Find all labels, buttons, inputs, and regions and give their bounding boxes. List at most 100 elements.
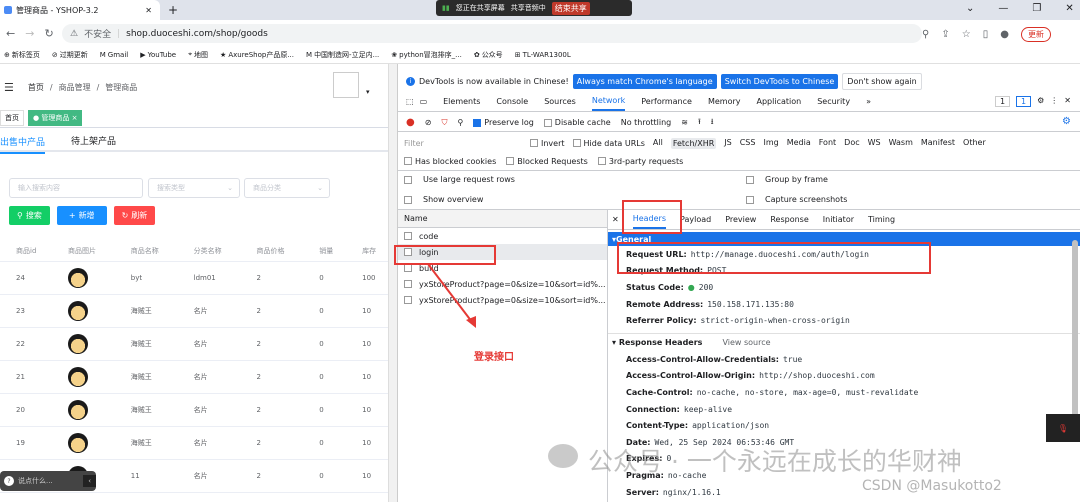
request-row[interactable]: code (398, 228, 607, 244)
bookmark-item[interactable]: ⌖ 地图 (188, 50, 208, 60)
bookmark-item[interactable]: ❀ python冒泡排序_... (391, 50, 462, 60)
throttling-select[interactable]: No throttling (621, 118, 672, 127)
bookmark-item[interactable]: ⊘ 过期更新 (52, 50, 88, 60)
cast-icon[interactable]: ⚲ (922, 29, 929, 40)
close-devtools-icon[interactable]: ✕ (1064, 96, 1071, 107)
add-button[interactable]: + 新增 (56, 206, 107, 225)
wifi-icon[interactable]: ≋ (681, 118, 688, 127)
third-party-checkbox[interactable]: 3rd-party requests (597, 157, 683, 166)
update-button[interactable]: 更新 (1020, 27, 1051, 42)
preserve-log-checkbox[interactable]: Preserve log (473, 118, 534, 127)
user-avatar[interactable] (333, 72, 359, 98)
detail-tab[interactable]: Payload (680, 215, 711, 224)
record-icon[interactable]: ● (406, 117, 415, 128)
more-tabs-icon[interactable]: » (866, 97, 871, 106)
crumb-home[interactable]: 首页 (28, 82, 44, 93)
capture-checkbox[interactable]: Capture screenshots (746, 195, 847, 204)
tab-on-sale[interactable]: 出售中产品 (0, 131, 46, 154)
devtools-tab[interactable]: Sources (544, 97, 576, 106)
device-icon[interactable]: ▭ (420, 97, 428, 106)
devtools-tab[interactable]: Console (496, 97, 528, 106)
reload-icon[interactable]: ↻ (44, 27, 53, 40)
new-tab-button[interactable]: + (168, 3, 178, 17)
type-filter[interactable]: Doc (844, 138, 859, 149)
tab-pending[interactable]: 待上架产品 (71, 134, 116, 147)
devtools-tab[interactable]: Memory (708, 97, 741, 106)
type-filter[interactable]: Img (763, 138, 778, 149)
type-filter[interactable]: Font (819, 138, 836, 149)
type-filter[interactable]: Media (787, 138, 811, 149)
filter-icon[interactable]: ⛉ (441, 118, 447, 128)
disable-cache-checkbox[interactable]: Disable cache (543, 118, 611, 127)
blocked-requests-checkbox[interactable]: Blocked Requests (506, 157, 588, 166)
upload-icon[interactable]: ⭱ (698, 116, 701, 130)
bookmark-item[interactable]: M 中国制造网-立足内... (306, 50, 379, 60)
gear-icon[interactable]: ⚙ (1037, 96, 1044, 107)
close-tab-icon[interactable]: ✕ (145, 6, 152, 15)
search-input[interactable]: 输入搜索内容 (9, 178, 143, 198)
avatar-dropdown-icon[interactable]: ▾ (366, 88, 370, 96)
show-overview-checkbox[interactable]: Show overview (404, 195, 483, 204)
search-type-select[interactable]: 搜索类型 ⌄ (148, 178, 240, 198)
back-icon[interactable]: ← (6, 27, 15, 40)
view-source-link[interactable]: View source (722, 338, 770, 347)
category-select[interactable]: 商品分类 ⌄ (244, 178, 330, 198)
dont-show-button[interactable]: Don't show again (842, 72, 922, 90)
mic-icon[interactable]: 🎙 (1046, 414, 1080, 442)
menu-toggle-icon[interactable]: ☰ (4, 81, 14, 94)
collapse-icon[interactable]: ‹ (83, 475, 96, 487)
chevron-down-icon[interactable]: ⌄ (966, 3, 974, 14)
table-row[interactable]: 23 海贼王 名片 2 0 10 (0, 294, 388, 328)
issue-badges[interactable]: 1 1 ⚙ ⋮ ✕ (994, 96, 1071, 107)
devtools-tab[interactable]: Performance (641, 97, 692, 106)
group-frame-checkbox[interactable]: Group by frame (746, 175, 828, 184)
table-row[interactable]: 20 海贼王 名片 2 0 10 (0, 393, 388, 427)
bookmark-item[interactable]: ★ AxureShop产品原... (220, 50, 294, 60)
star-icon[interactable]: ☆ (962, 29, 971, 40)
crumb-goods[interactable]: 商品管理 (59, 82, 91, 93)
invert-checkbox[interactable]: Invert (530, 139, 565, 148)
message-badge[interactable]: 1 (1016, 96, 1032, 107)
detail-tab[interactable]: Preview (725, 215, 756, 224)
omnibox[interactable]: ⚠ 不安全 | shop.duoceshi.com/shop/goods (62, 24, 922, 43)
devtools-tab[interactable]: Elements (443, 97, 480, 106)
detail-tab[interactable]: Initiator (823, 215, 854, 224)
bookmark-item[interactable]: ✿ 公众号 (474, 50, 503, 60)
devtools-tab[interactable]: Application (757, 97, 802, 106)
type-filter[interactable]: Manifest (921, 138, 955, 149)
settings-icon[interactable]: ⚙ (1062, 116, 1071, 127)
tag-manage-goods[interactable]: ● 管理商品 × (28, 109, 83, 126)
profile-icon[interactable]: ● (1000, 29, 1009, 40)
bookmark-item[interactable]: M Gmail (100, 51, 128, 59)
detail-tab[interactable]: Response (770, 215, 808, 224)
large-rows-checkbox[interactable]: Use large request rows (404, 175, 515, 184)
search-button[interactable]: ⚲ 搜索 (9, 206, 50, 225)
clear-icon[interactable]: ⊘ (425, 118, 432, 127)
close-icon[interactable]: ✕ (1065, 3, 1073, 14)
refresh-button[interactable]: ↻ 刷新 (113, 206, 156, 225)
blocked-cookies-checkbox[interactable]: Has blocked cookies (404, 157, 496, 166)
kebab-icon[interactable]: ⋮ (1050, 96, 1058, 107)
devtools-tab[interactable]: Security (817, 97, 850, 106)
type-filter[interactable]: All (653, 138, 663, 149)
app-scrollbar[interactable] (389, 64, 397, 502)
type-filter[interactable]: WS (868, 138, 881, 149)
type-filter[interactable]: Fetch/XHR (670, 137, 717, 149)
devtools-tab[interactable]: Network (591, 92, 626, 111)
search-icon[interactable]: ⚲ (457, 118, 463, 127)
browser-tab[interactable]: 管理商品 - YSHOP-3.2 ✕ (0, 0, 160, 20)
type-filter[interactable]: JS (724, 138, 731, 149)
tag-home[interactable]: 首页 (0, 109, 24, 126)
bookmark-item[interactable]: ▶ YouTube (140, 51, 176, 59)
minimize-icon[interactable]: — (998, 3, 1008, 14)
type-filter[interactable]: CSS (740, 138, 756, 149)
type-filter[interactable]: Other (963, 138, 986, 149)
sidepanel-icon[interactable]: ▯ (983, 29, 989, 40)
bookmark-item[interactable]: ⊞ TL-WAR1300L (515, 51, 571, 59)
detail-tab[interactable]: Timing (868, 215, 895, 224)
inspect-icon[interactable]: ⬚ (406, 97, 414, 106)
switch-chinese-button[interactable]: Switch DevTools to Chinese (720, 73, 839, 89)
hide-data-checkbox[interactable]: Hide data URLs (572, 139, 645, 148)
share-icon[interactable]: ⇪ (941, 29, 949, 40)
match-language-button[interactable]: Always match Chrome's language (572, 73, 717, 89)
